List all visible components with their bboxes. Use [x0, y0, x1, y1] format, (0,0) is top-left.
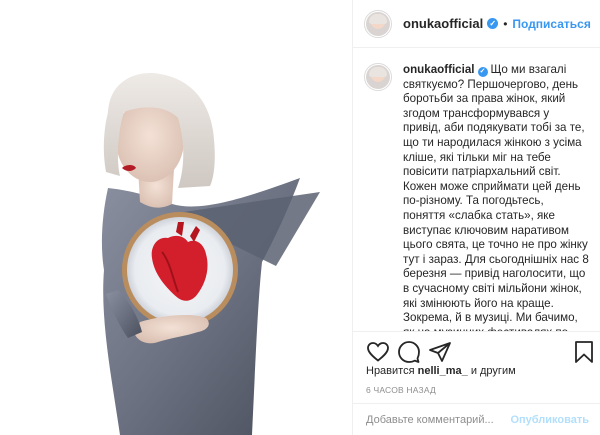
- verified-badge-icon: ✓: [477, 67, 488, 77]
- verified-badge-icon: ✓: [487, 18, 499, 29]
- post-image-illustration: [101, 73, 320, 435]
- post-timestamp[interactable]: 6 часов назад: [366, 385, 436, 395]
- likes-summary: Нравится nelli_ma_ и другим: [366, 365, 516, 377]
- avatar-image: [366, 11, 390, 36]
- comment-icon[interactable]: [397, 340, 421, 364]
- action-icons-row: [366, 340, 593, 366]
- caption-row: onukaofficial ✓ Що ми взагалі святкуємо? П…: [364, 63, 589, 331]
- caption-author-avatar[interactable]: [364, 63, 392, 91]
- comment-input[interactable]: [366, 414, 511, 426]
- heart-icon[interactable]: [366, 340, 390, 364]
- author-username[interactable]: onukaofficial: [403, 16, 483, 31]
- comment-form: Опубликовать: [353, 403, 600, 435]
- avatar-image: [366, 65, 390, 89]
- separator-dot: •: [503, 16, 508, 31]
- follow-button[interactable]: Подписаться: [512, 17, 590, 31]
- caption-text-block: onukaofficial ✓ Що ми взагалі святкуємо? П…: [403, 63, 589, 331]
- caption-scroll-area[interactable]: onukaofficial ✓ Що ми взагалі святкуємо? П…: [353, 49, 600, 331]
- author-avatar[interactable]: [364, 9, 392, 38]
- caption-body: Що ми взагалі святкуємо? Першочергово, д…: [403, 63, 589, 331]
- share-icon[interactable]: [428, 340, 452, 364]
- likes-suffix[interactable]: и другим: [471, 365, 516, 377]
- publish-button[interactable]: Опубликовать: [510, 414, 589, 426]
- post-photo[interactable]: [0, 0, 352, 435]
- post-side-panel: onukaofficial ✓ • Подписаться onukaoffic…: [352, 0, 600, 435]
- caption-username[interactable]: onukaofficial: [403, 63, 475, 76]
- bookmark-icon[interactable]: [572, 340, 596, 364]
- post-actions: Нравится nelli_ma_ и другим 6 часов наза…: [353, 331, 600, 435]
- likes-user-link[interactable]: nelli_ma_: [418, 365, 468, 377]
- likes-prefix: Нравится: [366, 365, 415, 377]
- post-header: onukaofficial ✓ • Подписаться: [353, 0, 600, 48]
